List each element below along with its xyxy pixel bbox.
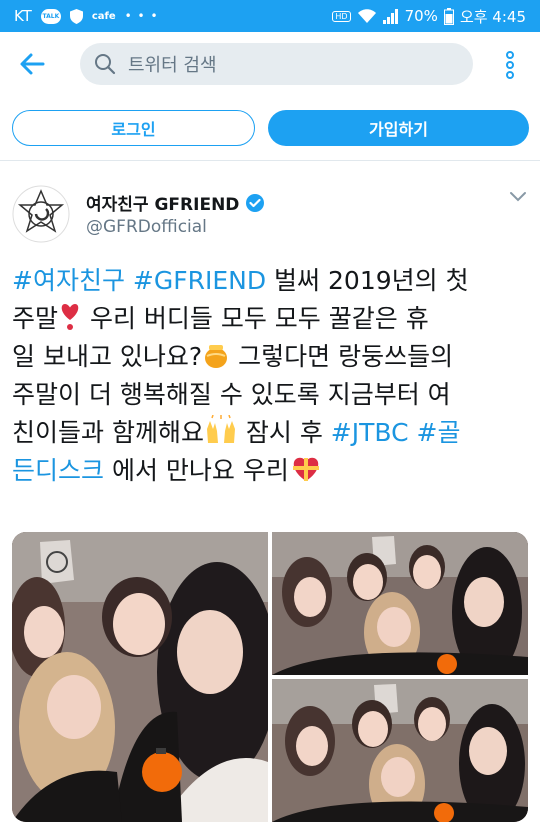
shield-notification-icon [69, 8, 83, 24]
battery-icon [443, 7, 454, 25]
battery-percent: 70% [404, 7, 438, 25]
tweet-line-2: 주말 우리 버디들 모두 모두 꿀같은 휴 [12, 300, 528, 338]
tweet-text-segment: 주말이 더 행복해질 수 있도록 지금부터 여 [12, 380, 451, 409]
more-vertical-icon[interactable] [500, 50, 520, 80]
search-icon [95, 54, 116, 75]
hashtag-link[interactable]: #여자친구 [12, 266, 125, 295]
more-notifications-icon: • • • [124, 9, 159, 23]
tweet-text-segment: 우리 버디들 모두 모두 꿀같은 휴 [82, 304, 429, 333]
author-handle[interactable]: @GFRDofficial [86, 217, 207, 237]
hashtag-link[interactable]: #골 [417, 418, 461, 447]
raised-hands-emoji [206, 415, 235, 443]
author-name-row[interactable]: 여자친구 GFRIEND [86, 190, 265, 215]
kakaotalk-notification-icon: TALK [40, 8, 61, 24]
search-input[interactable]: 트위터 검색 [80, 43, 473, 85]
search-placeholder: 트위터 검색 [128, 55, 217, 76]
tweet-text-segment: 주말 [12, 304, 59, 333]
wifi-icon [357, 9, 376, 23]
tweet-line-4: 주말이 더 행복해질 수 있도록 지금부터 여 [12, 376, 528, 414]
login-button[interactable]: 로그인 [12, 110, 255, 146]
tweet-photo-3[interactable] [272, 679, 528, 822]
tweet-text-segment: 벌써 2019년의 첫 [266, 266, 469, 295]
tweet-line-6: 든디스크 에서 만나요 우리 [12, 452, 528, 490]
verified-badge-icon [246, 193, 265, 212]
hd-voice-icon: HD [332, 10, 351, 22]
heart-ribbon-emoji [292, 457, 319, 481]
group-selfie-photo [272, 679, 528, 822]
tweet-media-grid[interactable] [12, 532, 528, 822]
top-bar: 트위터 검색 [0, 32, 540, 96]
hashtag-link[interactable]: 든디스크 [12, 456, 104, 485]
heart-exclamation-emoji [61, 304, 79, 330]
cafe-notification-icon: cafe [91, 10, 116, 22]
tweet-text-segment: 에서 만나요 우리 [104, 456, 289, 485]
honey-pot-emoji [205, 345, 228, 368]
signal-icon [382, 8, 398, 24]
tweet-photo-2[interactable] [272, 532, 528, 675]
back-arrow-icon[interactable] [18, 50, 46, 78]
author-name: 여자친구 GFRIEND [86, 195, 240, 215]
tweet-line-3: 일 보내고 있나요? 그렇다면 랑둥쓰들의 [12, 338, 528, 376]
avatar[interactable] [12, 185, 70, 243]
group-selfie-photo [272, 532, 528, 675]
signup-button[interactable]: 가입하기 [268, 110, 529, 146]
status-bar: KT TALK cafe • • • HD 70% 오후 4:45 [0, 0, 540, 32]
clock: 오후 4:45 [459, 7, 526, 26]
group-selfie-photo [12, 532, 268, 822]
header-divider [0, 160, 540, 161]
chevron-down-icon[interactable] [509, 191, 527, 203]
tweet-line-5: 친이들과 함께해요 잠시 후 #JTBC #골 [12, 414, 528, 452]
tweet-line-1: #여자친구 #GFRIEND 벌써 2019년의 첫 [12, 262, 528, 300]
tweet-text-segment: 일 보내고 있나요? [12, 342, 203, 371]
tweet-photo-1[interactable] [12, 532, 268, 822]
tweet-text-segment: 친이들과 함께해요 [12, 418, 204, 447]
gfriend-logo-icon [12, 185, 70, 243]
carrier-label: KT [14, 7, 32, 25]
tweet-text: #여자친구 #GFRIEND 벌써 2019년의 첫 주말 우리 버디들 모두 … [12, 262, 528, 490]
hashtag-link[interactable]: #JTBC [331, 418, 409, 447]
hashtag-link[interactable]: #GFRIEND [133, 266, 266, 295]
tweet-text-segment: 잠시 후 [237, 418, 331, 447]
tweet-text-segment: 그렇다면 랑둥쓰들의 [230, 342, 454, 371]
